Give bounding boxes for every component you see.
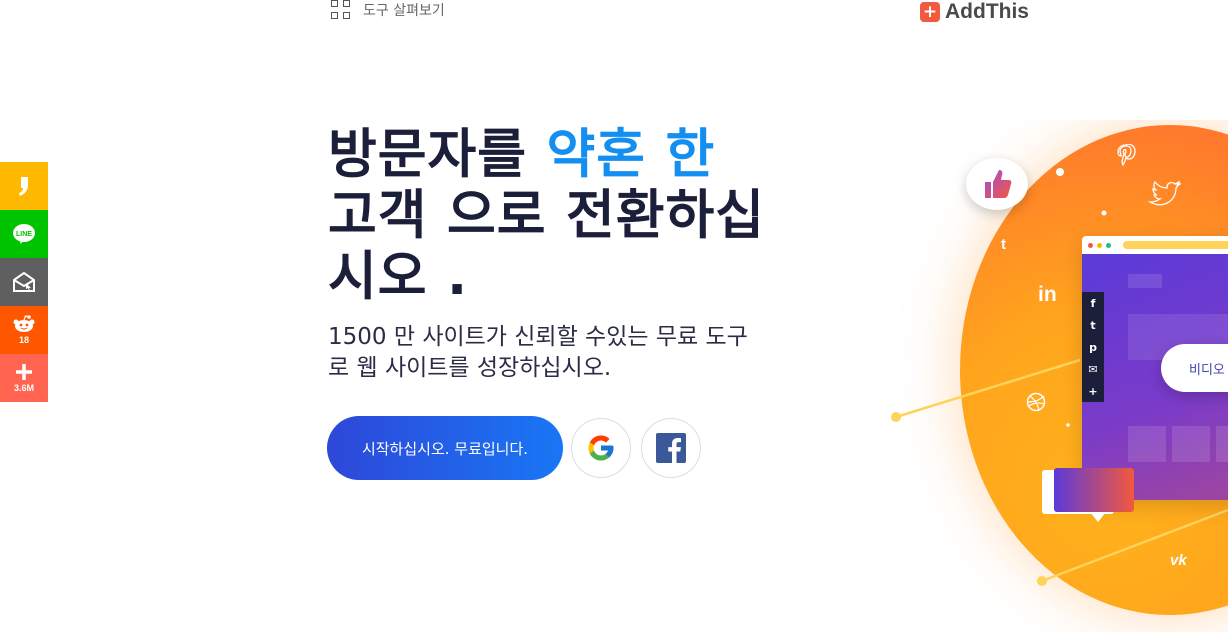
chat-bubble — [1042, 468, 1134, 526]
plus-icon — [16, 364, 32, 380]
facebook-signup-button[interactable] — [641, 418, 701, 478]
headline-accent: 약혼 한 — [546, 124, 716, 185]
mini-share-bar: f t p ✉ + — [1082, 292, 1104, 402]
tumblr-icon: t — [1001, 236, 1006, 253]
mini-email-icon: ✉ — [1088, 362, 1098, 376]
share-button-reddit[interactable]: 18 — [0, 306, 48, 354]
google-signup-button[interactable] — [571, 418, 631, 478]
addthis-plus-icon: + — [920, 2, 940, 22]
mini-plus-icon: + — [1088, 384, 1098, 398]
email-envelope-icon — [13, 271, 35, 292]
facebook-icon — [656, 433, 686, 463]
share-sidebar: LINE 18 3.6M — [0, 162, 48, 402]
linkedin-icon: in — [1038, 283, 1057, 306]
mini-facebook-icon: f — [1090, 296, 1096, 310]
share-button-line[interactable]: LINE — [0, 210, 48, 258]
svg-text:LINE: LINE — [16, 231, 32, 238]
reddit-share-count: 18 — [18, 335, 29, 345]
headline-part-2: 고객 으로 전환하십시오 . — [328, 185, 765, 307]
vk-icon: vk — [1170, 552, 1187, 569]
video-pill-button[interactable]: 비디오 — [1161, 344, 1228, 392]
explore-tools-link[interactable]: 도구 살펴보기 — [331, 0, 445, 20]
grid-icon — [331, 0, 351, 20]
dribbble-icon — [1026, 392, 1046, 412]
like-bubble — [966, 158, 1028, 210]
hero-headline: 방문자를 약혼 한 고객 으로 전환하십시오 . — [328, 124, 768, 307]
hero-illustration: f t p ✉ + 비디오 t in vk — [880, 120, 1228, 632]
brand-name: AddThis — [945, 0, 1029, 23]
get-started-button[interactable]: 시작하십시오. 무료입니다. — [327, 416, 563, 480]
addthis-logo[interactable]: + AddThis — [920, 0, 1029, 24]
explore-tools-label: 도구 살펴보기 — [363, 3, 445, 19]
mini-pinterest-icon: p — [1089, 340, 1097, 354]
kakaostory-icon — [19, 177, 28, 196]
line-icon: LINE — [13, 224, 35, 244]
share-button-more[interactable]: 3.6M — [0, 354, 48, 402]
headline-part-1: 방문자를 — [328, 124, 547, 185]
hero-subheadline: 1500 만 사이트가 신뢰할 수있는 무료 도구로 웹 사이트를 성장하십시오… — [328, 324, 748, 381]
google-icon — [588, 435, 614, 461]
thumbs-up-icon — [985, 170, 1012, 198]
mini-twitter-icon: t — [1090, 318, 1096, 332]
share-button-kakaostory[interactable] — [0, 162, 48, 210]
share-button-email[interactable] — [0, 258, 48, 306]
total-share-count: 3.6M — [13, 383, 34, 393]
reddit-icon — [13, 315, 35, 332]
pinterest-icon — [1117, 144, 1136, 166]
twitter-icon — [1148, 180, 1182, 206]
